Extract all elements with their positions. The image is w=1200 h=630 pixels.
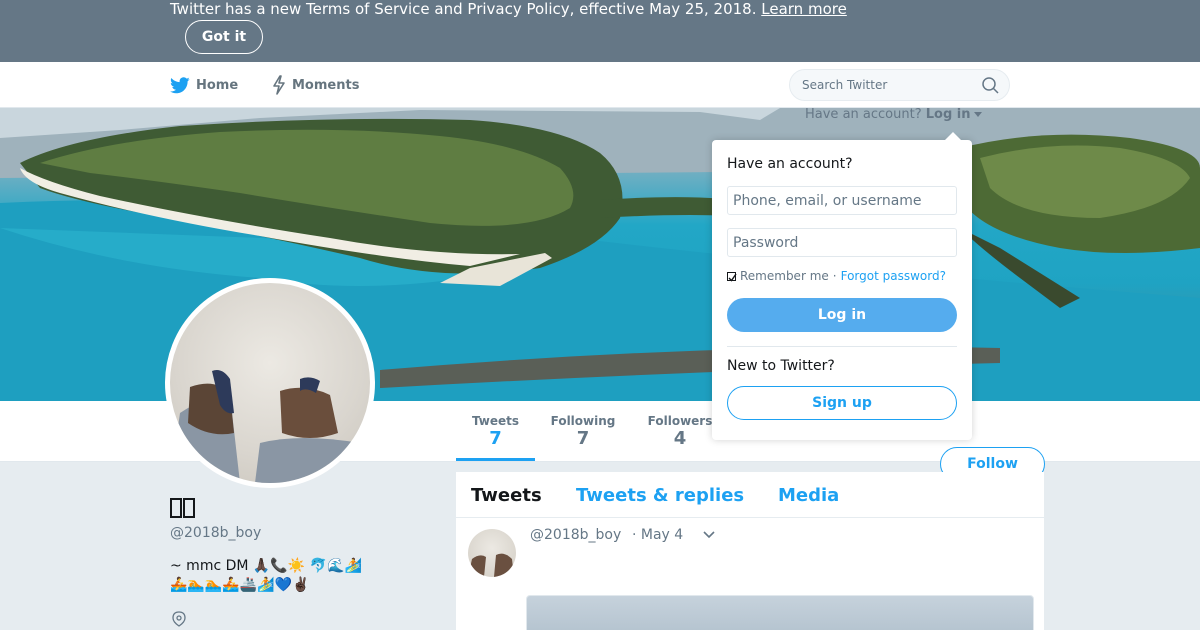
- search-input[interactable]: [802, 70, 972, 100]
- profile-name: [170, 497, 196, 525]
- profile-handle[interactable]: @2018b_boy: [170, 525, 261, 541]
- remember-row: Remember me · Forgot password?: [727, 269, 946, 283]
- tab-media[interactable]: Media: [778, 472, 839, 518]
- timeline-tabs: Tweets Tweets & replies Media: [456, 472, 1044, 518]
- login-prompt: Have an account?: [805, 107, 922, 122]
- learn-more-link[interactable]: Learn more: [761, 0, 847, 18]
- stat-followers[interactable]: Followers 4: [643, 401, 717, 461]
- avatar-image: [170, 370, 370, 483]
- separator-dot: ·: [832, 269, 837, 283]
- nav-home-label: Home: [196, 77, 239, 93]
- stat-value: 7: [489, 428, 502, 449]
- search-box: [789, 69, 1010, 101]
- new-to-twitter-heading: New to Twitter?: [727, 358, 835, 374]
- caret-down-icon: [973, 112, 982, 117]
- tab-tweets-replies[interactable]: Tweets & replies: [576, 472, 744, 518]
- bio-line-2: 🚣🏊🏊🚣🚢🏄💙✌🏿: [170, 577, 310, 593]
- tweet-avatar[interactable]: [468, 529, 516, 577]
- tos-message: Twitter has a new Terms of Service and P…: [170, 0, 757, 18]
- login-button[interactable]: Log in: [727, 298, 957, 332]
- remember-checkbox[interactable]: [727, 271, 737, 282]
- stat-value: 7: [576, 428, 590, 449]
- nav-home[interactable]: Home: [170, 62, 238, 108]
- stat-following[interactable]: Following 7: [545, 401, 621, 461]
- got-it-button[interactable]: Got it: [185, 20, 263, 54]
- tos-banner: Twitter has a new Terms of Service and P…: [0, 0, 1200, 62]
- signup-button[interactable]: Sign up: [727, 386, 957, 420]
- stat-value: 4: [673, 428, 687, 449]
- remember-label[interactable]: Remember me: [740, 269, 829, 283]
- divider: [727, 346, 957, 347]
- stat-tweets[interactable]: Tweets 7: [456, 401, 535, 461]
- nav-moments-label: Moments: [292, 77, 360, 93]
- password-input[interactable]: [727, 228, 957, 257]
- tweet-date[interactable]: · May 4: [632, 527, 683, 543]
- bio-line-1: ~ mmc DM 🙏🏿📞☀️ 🐬🌊🏄: [170, 558, 362, 574]
- twitter-bird-icon: [170, 76, 190, 93]
- login-panel-heading: Have an account?: [727, 156, 853, 172]
- tab-tweets[interactable]: Tweets: [471, 472, 542, 518]
- location-pin-icon: [172, 611, 186, 627]
- tos-text: Twitter has a new Terms of Service and P…: [170, 0, 847, 19]
- login-trigger[interactable]: Have an account? Log in: [805, 107, 982, 122]
- tweet-avatar-image: [468, 553, 514, 577]
- check-icon: [728, 273, 737, 282]
- search-icon[interactable]: [982, 77, 999, 94]
- username-input[interactable]: [727, 186, 957, 215]
- nav-moments[interactable]: Moments: [272, 62, 359, 108]
- profile-bio: ~ mmc DM 🙏🏿📞☀️ 🐬🌊🏄 🚣🏊🏊🚣🚢🏄💙✌🏿: [170, 557, 420, 595]
- stat-label: Followers: [647, 414, 713, 428]
- stat-label: Following: [550, 414, 616, 428]
- chevron-down-icon[interactable]: [702, 530, 716, 540]
- lightning-icon: [273, 75, 285, 95]
- login-panel: Have an account? Remember me · Forgot pa…: [712, 132, 972, 440]
- tweet-handle[interactable]: @2018b_boy: [530, 527, 621, 543]
- top-nav: Home Moments: [0, 62, 1200, 108]
- name-glyph-boxes: [170, 498, 195, 518]
- login-link[interactable]: Log in: [926, 107, 971, 122]
- stat-label: Tweets: [471, 414, 520, 428]
- forgot-password-link[interactable]: Forgot password?: [841, 269, 946, 283]
- tweet-media[interactable]: [526, 595, 1034, 630]
- timeline: Tweets Tweets & replies Media @2018b_boy…: [456, 472, 1044, 630]
- avatar[interactable]: [165, 278, 375, 488]
